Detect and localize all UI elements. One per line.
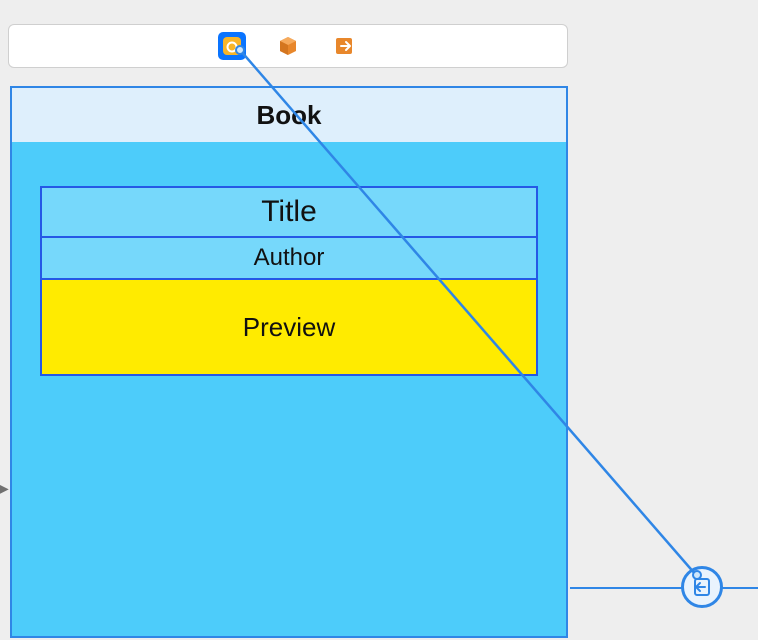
connection-start-dot bbox=[235, 45, 245, 55]
chevron-left-icon: ▶ bbox=[0, 480, 9, 497]
panel-header: Book bbox=[12, 88, 566, 142]
author-label: Author bbox=[254, 244, 325, 272]
toolbar bbox=[8, 24, 568, 68]
exit-icon[interactable] bbox=[330, 32, 358, 60]
preview-field[interactable]: Preview bbox=[42, 278, 536, 374]
view-controller-canvas[interactable]: Book Title Author Preview bbox=[10, 86, 568, 638]
storyboard-reference-node[interactable] bbox=[681, 566, 723, 608]
title-label: Title bbox=[261, 195, 317, 229]
connection-end-dot bbox=[692, 570, 702, 580]
panel-title: Book bbox=[257, 100, 322, 131]
title-field[interactable]: Title bbox=[42, 188, 536, 236]
field-stack: Title Author Preview bbox=[40, 186, 538, 376]
author-field[interactable]: Author bbox=[42, 236, 536, 278]
preview-label: Preview bbox=[243, 312, 335, 343]
object-cube-icon[interactable] bbox=[274, 32, 302, 60]
panel-body[interactable]: Title Author Preview bbox=[12, 142, 566, 636]
segue-line bbox=[570, 587, 758, 589]
